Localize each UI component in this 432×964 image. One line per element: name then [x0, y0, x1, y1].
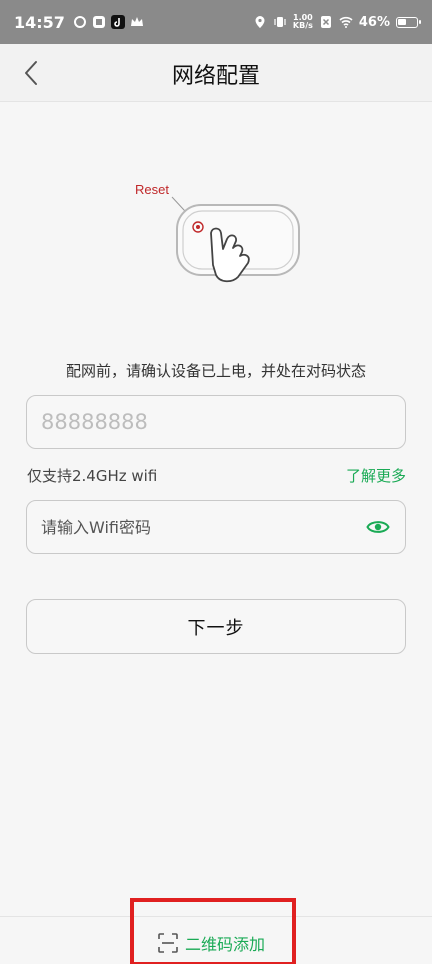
tiktok-icon: [110, 15, 125, 29]
net-speed: 1.00 KB/s: [293, 14, 313, 30]
pairing-hint: 配网前，请确认设备已上电，并处在对码状态: [65, 362, 366, 380]
crown-icon: [130, 17, 143, 26]
qr-add-label: 二维码添加: [185, 935, 266, 954]
vibrate-icon: [274, 17, 286, 27]
scan-icon: [158, 933, 178, 953]
next-step-button[interactable]: 下一步: [26, 599, 406, 654]
support-note: 仅支持2.4GHz wifi: [27, 467, 158, 485]
ssid-input[interactable]: [41, 410, 391, 434]
notification-icons: [73, 15, 144, 29]
wifi-icon: [339, 16, 353, 28]
no-sim-icon: [320, 16, 331, 28]
ssid-field[interactable]: [26, 395, 406, 449]
eye-icon: [366, 521, 390, 533]
status-time: 14:57: [14, 12, 65, 32]
status-bar: 14:57 1.00 KB/s 46%: [0, 0, 432, 44]
device-reset-illustration: Reset: [135, 182, 300, 283]
show-password-toggle[interactable]: [365, 514, 391, 540]
password-field[interactable]: [26, 500, 406, 554]
qr-add-button[interactable]: 二维码添加: [157, 931, 265, 955]
battery-icon: [396, 16, 421, 28]
battery-percent: 46%: [358, 14, 390, 30]
app-notification-icon: [73, 16, 86, 28]
header: 网络配置: [0, 44, 432, 102]
password-input[interactable]: [41, 517, 365, 537]
bottom-bar: 二维码添加: [0, 916, 432, 964]
page-title: 网络配置: [171, 64, 260, 89]
reset-label: Reset: [135, 182, 169, 197]
app-badge-icon: [92, 16, 105, 28]
learn-more-link[interactable]: 了解更多: [346, 465, 406, 486]
status-right: 1.00 KB/s 46%: [253, 14, 421, 30]
net-speed-unit: KB/s: [292, 21, 313, 30]
location-icon: [255, 16, 265, 28]
